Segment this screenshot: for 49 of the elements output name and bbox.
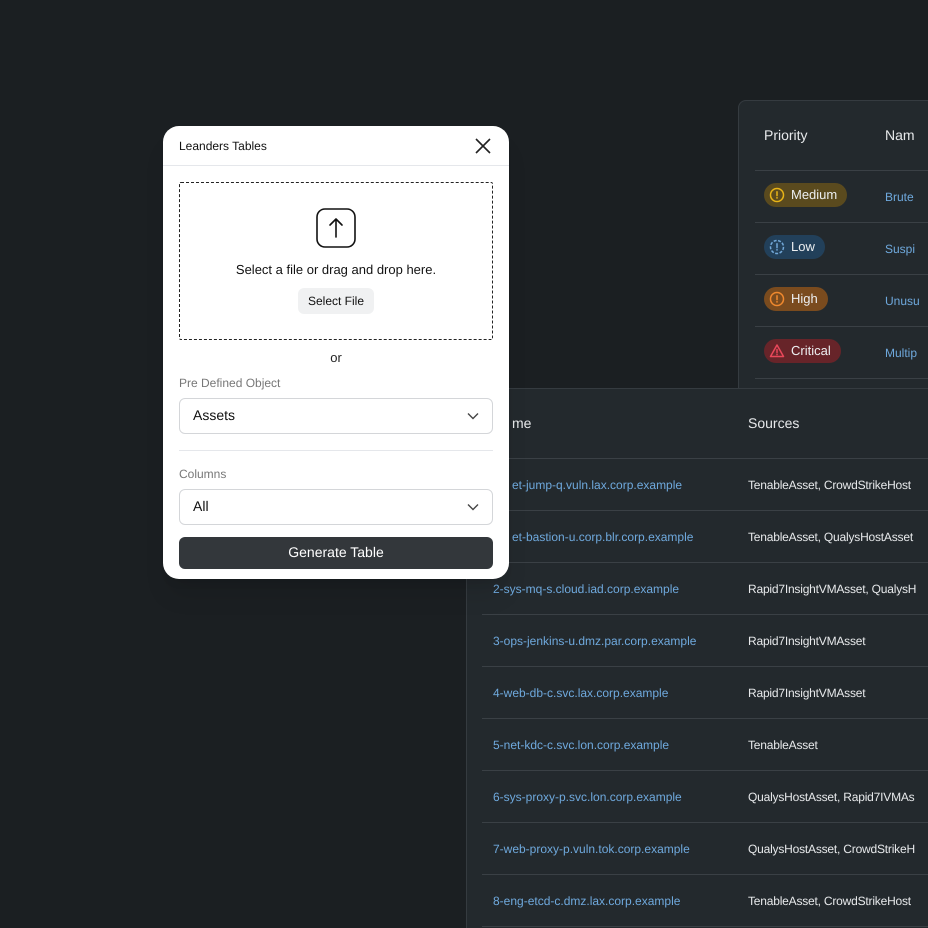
priority-badge: Medium [764, 182, 848, 206]
alert-name-link[interactable]: Multip [885, 344, 918, 362]
asset-name-link[interactable]: 6-sys-proxy-p.svc.lon.corp.example [493, 790, 682, 804]
upload-instructions: Select a file or drag and drop here. [236, 261, 436, 280]
asset-name-link[interactable]: 3-ops-jenkins-u.dmz.par.corp.example [493, 634, 696, 648]
asset-name-link[interactable]: 4-web-db-c.svc.lax.corp.example [493, 686, 668, 700]
sources-cell-text: TenableAsset, CrowdStrikeHost [748, 892, 911, 910]
drop-zone[interactable]: Select a file or drag and drop here. Select File [179, 182, 493, 340]
column-header: me [511, 414, 532, 433]
priority-badge: High [764, 286, 828, 310]
alert-circle-icon [769, 186, 785, 202]
generate-table-button[interactable]: Generate Table [179, 536, 493, 568]
close-button[interactable] [473, 136, 493, 156]
sources-cell-text: TenableAsset, CrowdStrikeHost [748, 476, 911, 494]
asset-name-link[interactable]: et-bastion-u.corp.blr.corp.example [512, 530, 694, 544]
field-label: Pre Defined Object [179, 374, 282, 392]
chevron-down-icon [467, 502, 479, 510]
column-header: Nam [885, 126, 915, 145]
select-file-button[interactable]: Select File [298, 288, 374, 314]
asset-name-link[interactable]: 7-web-proxy-p.vuln.tok.corp.example [493, 842, 690, 856]
priority-badge: Low [764, 234, 825, 258]
asset-name-link[interactable]: 5-net-kdc-c.svc.lon.corp.example [493, 738, 670, 752]
upload-icon [316, 208, 356, 248]
sources-cell-text: TenableAsset, QualysHostAsset [748, 528, 913, 546]
or-separator: or [330, 349, 342, 367]
select-dropdown[interactable]: All [179, 488, 493, 524]
alert-circle-icon [769, 290, 785, 306]
priority-badge: Critical [764, 338, 841, 362]
asset-name-link[interactable]: 2-sys-mq-s.cloud.iad.corp.example [493, 582, 680, 596]
asset-name-link[interactable]: et-jump-q.vuln.lax.corp.example [512, 478, 682, 492]
select-dropdown[interactable]: Assets [179, 398, 493, 434]
warning-icon [769, 342, 785, 358]
asset-name-link[interactable]: 8-eng-etcd-c.dmz.lax.corp.example [493, 894, 680, 908]
sources-cell-text: QualysHostAsset, CrowdStrikeH [748, 840, 915, 858]
column-header: Priority [763, 126, 809, 145]
close-icon [475, 138, 491, 154]
sources-cell-text: Rapid7InsightVMAsset, QualysH [748, 580, 916, 598]
sources-cell-text: TenableAsset [748, 736, 818, 754]
alert-circle-icon [769, 238, 785, 254]
alert-name-link[interactable]: Brute [885, 188, 914, 206]
column-header: Sources [748, 414, 800, 433]
sources-cell-text: QualysHostAsset, Rapid7IVMAs [748, 788, 914, 806]
chevron-down-icon [467, 412, 479, 420]
field-label: Columns [179, 466, 228, 482]
sources-cell-text: Rapid7InsightVMAsset [748, 632, 866, 650]
alert-name-link[interactable]: Suspi [885, 240, 916, 258]
alert-name-link[interactable]: Unusu [885, 292, 920, 310]
dialog-title: Leanders Tables [179, 138, 267, 154]
sources-cell-text: Rapid7InsightVMAsset [748, 684, 866, 702]
